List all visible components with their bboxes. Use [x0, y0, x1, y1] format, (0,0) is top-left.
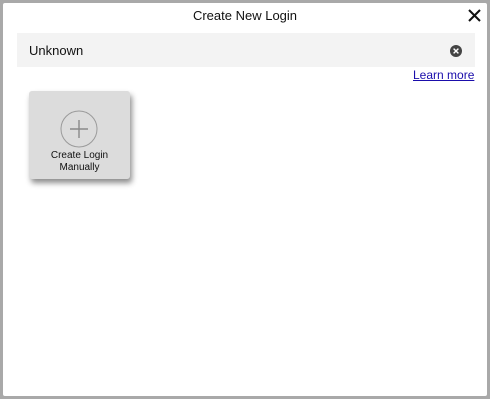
create-login-manually-tile[interactable]: Create Login Manually [29, 91, 130, 179]
dialog-title: Create New Login [192, 8, 298, 23]
tile-label: Create Login Manually [50, 150, 109, 173]
search-input[interactable]: Unknown [29, 43, 83, 58]
create-login-dialog: Create New Login Unknown Learn more Crea… [3, 3, 487, 396]
clear-circle-icon[interactable] [450, 44, 462, 57]
search-field[interactable]: Unknown [17, 33, 475, 67]
plus-circle-icon [60, 110, 98, 148]
learn-more-link[interactable]: Learn more [413, 68, 474, 82]
close-icon[interactable] [466, 7, 483, 24]
